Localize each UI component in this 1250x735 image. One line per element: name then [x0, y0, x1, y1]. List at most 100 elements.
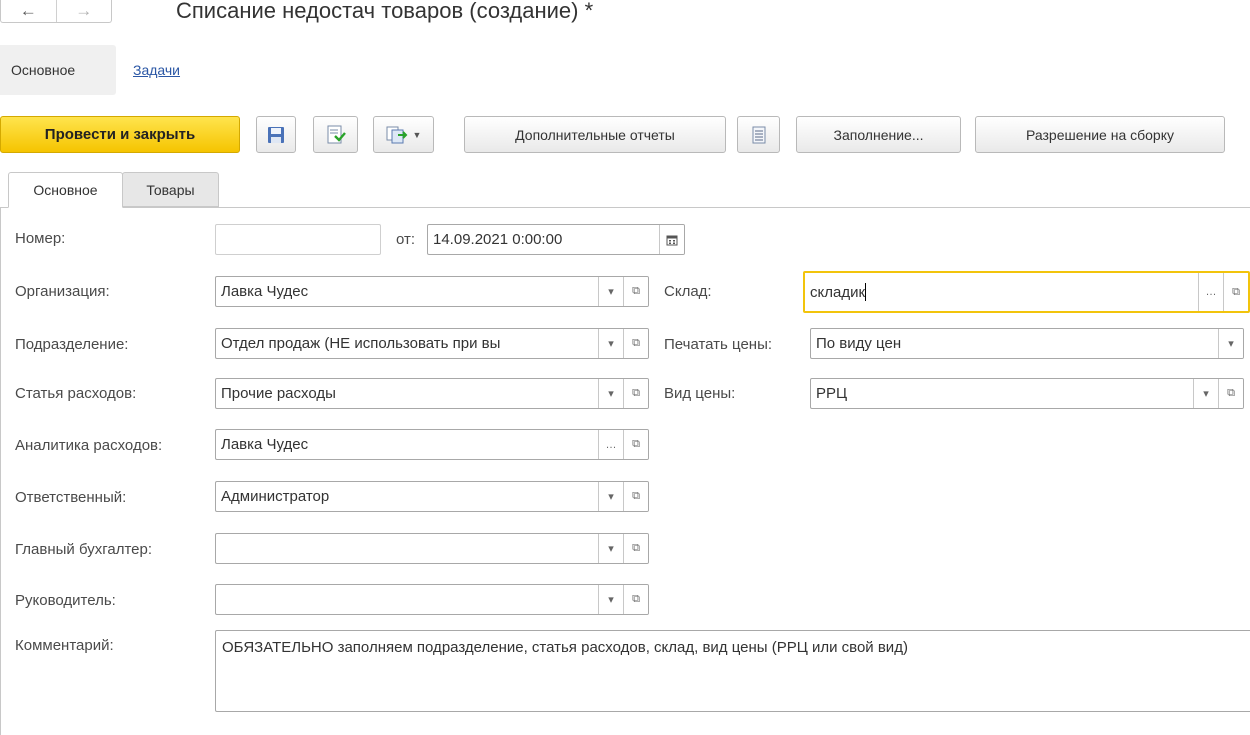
- chevron-down-icon: ▾: [608, 286, 614, 298]
- post-button[interactable]: [313, 116, 358, 153]
- arrow-right-icon: →: [75, 1, 93, 20]
- date-field[interactable]: 14.09.2021 0:00:00: [427, 224, 685, 255]
- expense-analytics-open-button[interactable]: ⧉: [623, 430, 648, 459]
- comment-textarea[interactable]: ОБЯЗАТЕЛЬНО заполняем подразделение, ста…: [215, 630, 1250, 712]
- comment-value: ОБЯЗАТЕЛЬНО заполняем подразделение, ста…: [222, 639, 908, 656]
- department-label: Подразделение:: [15, 336, 129, 353]
- warehouse-select-button[interactable]: …: [1198, 273, 1223, 311]
- comment-label: Комментарий:: [15, 637, 114, 654]
- print-prices-value: По виду цен: [816, 335, 902, 352]
- open-window-icon: ⧉: [632, 438, 640, 450]
- warehouse-field[interactable]: складик … ⧉: [803, 271, 1250, 313]
- responsible-open-button[interactable]: ⧉: [623, 482, 648, 511]
- responsible-dropdown-button[interactable]: ▾: [598, 482, 623, 511]
- responsible-field[interactable]: Администратор ▾ ⧉: [215, 481, 649, 512]
- department-dropdown-button[interactable]: ▾: [598, 329, 623, 358]
- chief-accountant-value: [216, 534, 598, 563]
- create-based-on-button[interactable]: ▼: [373, 116, 434, 153]
- chevron-down-icon: ▾: [1203, 388, 1209, 400]
- tab-main[interactable]: Основное: [8, 172, 123, 208]
- date-value: 14.09.2021 0:00:00: [433, 231, 563, 248]
- price-type-value: РРЦ: [816, 385, 848, 402]
- chevron-down-icon: ▼: [412, 129, 422, 140]
- ellipsis-icon: …: [1205, 286, 1217, 298]
- chevron-down-icon: ▾: [608, 543, 614, 555]
- tabs-divider: [0, 207, 1250, 208]
- text-caret: [865, 283, 867, 301]
- print-prices-dropdown-button[interactable]: ▾: [1218, 329, 1243, 358]
- assembly-permit-button[interactable]: Разрешение на сборку: [975, 116, 1225, 153]
- save-button[interactable]: [256, 116, 296, 153]
- print-prices-field[interactable]: По виду цен ▾: [810, 328, 1244, 359]
- calendar-icon: [666, 235, 678, 245]
- manager-dropdown-button[interactable]: ▾: [598, 585, 623, 614]
- document-list-icon: [752, 126, 765, 143]
- organization-value: Лавка Чудес: [221, 283, 309, 300]
- expense-item-dropdown-button[interactable]: ▾: [598, 379, 623, 408]
- open-window-icon: ⧉: [632, 490, 640, 502]
- price-type-dropdown-button[interactable]: ▾: [1193, 379, 1218, 408]
- open-window-icon: ⧉: [1227, 387, 1235, 399]
- page-title: Списание недостач товаров (создание) *: [176, 0, 594, 23]
- floppy-disk-icon: [268, 126, 284, 143]
- reports-list-button[interactable]: [737, 116, 780, 153]
- date-label: от:: [396, 231, 416, 248]
- expense-analytics-value: Лавка Чудес: [221, 436, 309, 453]
- responsible-value: Администратор: [221, 488, 330, 505]
- chevron-down-icon: ▾: [1228, 338, 1234, 350]
- expense-item-value: Прочие расходы: [221, 385, 336, 402]
- open-window-icon: ⧉: [632, 387, 640, 399]
- number-field[interactable]: [215, 224, 381, 255]
- tab-goods[interactable]: Товары: [122, 172, 219, 207]
- fill-button[interactable]: Заполнение...: [796, 116, 961, 153]
- chief-accountant-open-button[interactable]: ⧉: [623, 534, 648, 563]
- department-value: Отдел продаж (НЕ использовать при вы: [221, 335, 501, 352]
- section-tasks-link[interactable]: Задачи: [133, 62, 180, 78]
- warehouse-open-button[interactable]: ⧉: [1223, 273, 1248, 311]
- arrow-left-icon: ←: [19, 1, 37, 20]
- open-window-icon: ⧉: [632, 337, 640, 349]
- chevron-down-icon: ▾: [608, 594, 614, 606]
- post-and-close-button[interactable]: Провести и закрыть: [0, 116, 240, 153]
- history-nav: ← →: [0, 0, 112, 23]
- number-label: Номер:: [15, 230, 66, 247]
- chevron-down-icon: ▾: [608, 388, 614, 400]
- open-window-icon: ⧉: [1232, 285, 1240, 298]
- chief-accountant-field[interactable]: ▾ ⧉: [215, 533, 649, 564]
- manager-value: [216, 585, 598, 614]
- department-open-button[interactable]: ⧉: [623, 329, 648, 358]
- number-value: [216, 225, 380, 254]
- print-prices-label: Печатать цены:: [664, 336, 773, 353]
- department-field[interactable]: Отдел продаж (НЕ использовать при вы ▾ ⧉: [215, 328, 649, 359]
- organization-dropdown-button[interactable]: ▾: [598, 277, 623, 306]
- manager-label: Руководитель:: [15, 592, 116, 609]
- back-button[interactable]: ←: [1, 0, 56, 22]
- forward-button[interactable]: →: [55, 0, 112, 22]
- tab-panel-border: [0, 207, 1, 735]
- expense-item-open-button[interactable]: ⧉: [623, 379, 648, 408]
- chief-accountant-dropdown-button[interactable]: ▾: [598, 534, 623, 563]
- open-window-icon: ⧉: [632, 542, 640, 554]
- extra-reports-button[interactable]: Дополнительные отчеты: [464, 116, 726, 153]
- document-post-icon: [327, 125, 346, 143]
- open-window-icon: ⧉: [632, 593, 640, 605]
- calendar-button[interactable]: [659, 225, 684, 254]
- price-type-label: Вид цены:: [664, 385, 736, 402]
- warehouse-text: складик: [810, 283, 866, 301]
- responsible-label: Ответственный:: [15, 489, 127, 506]
- organization-label: Организация:: [15, 283, 110, 300]
- price-type-field[interactable]: РРЦ ▾ ⧉: [810, 378, 1244, 409]
- expense-analytics-select-button[interactable]: …: [598, 430, 623, 459]
- expense-item-field[interactable]: Прочие расходы ▾ ⧉: [215, 378, 649, 409]
- organization-open-button[interactable]: ⧉: [623, 277, 648, 306]
- manager-field[interactable]: ▾ ⧉: [215, 584, 649, 615]
- organization-field[interactable]: Лавка Чудес ▾ ⧉: [215, 276, 649, 307]
- chevron-down-icon: ▾: [608, 491, 614, 503]
- warehouse-value: складик: [805, 273, 1198, 311]
- price-type-open-button[interactable]: ⧉: [1218, 379, 1243, 408]
- expense-analytics-field[interactable]: Лавка Чудес … ⧉: [215, 429, 649, 460]
- expense-item-label: Статья расходов:: [15, 385, 137, 402]
- section-main[interactable]: Основное: [0, 45, 116, 95]
- manager-open-button[interactable]: ⧉: [623, 585, 648, 614]
- open-window-icon: ⧉: [632, 285, 640, 297]
